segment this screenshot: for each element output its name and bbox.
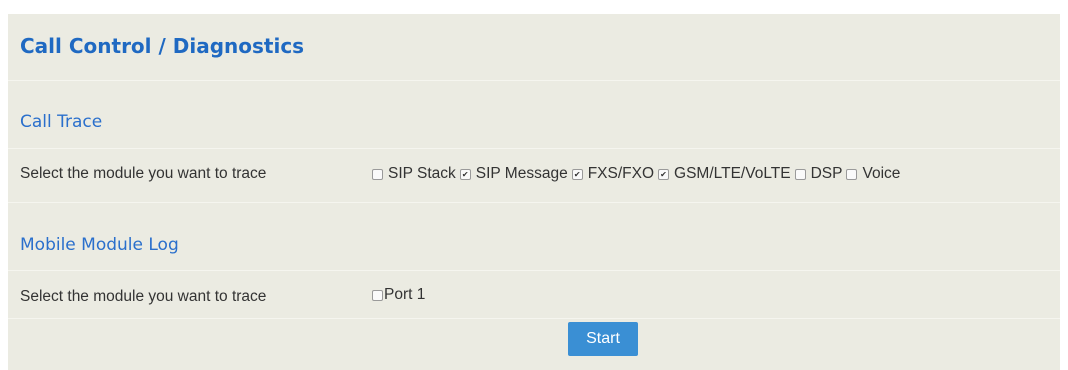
diagnostics-panel: Call Control / Diagnostics Call Trace Se… bbox=[8, 14, 1060, 370]
call-trace-section-title: Call Trace bbox=[20, 112, 103, 132]
sip-message-checkbox[interactable] bbox=[459, 168, 471, 180]
mobile-module-log-section-title: Mobile Module Log bbox=[20, 235, 179, 255]
divider bbox=[8, 202, 1060, 203]
module-option-voice[interactable]: Voice bbox=[846, 165, 904, 183]
gsm-lte-volte-checkbox[interactable] bbox=[658, 168, 670, 180]
divider bbox=[8, 80, 1060, 81]
module-option-dsp[interactable]: DSP bbox=[794, 165, 847, 183]
gsm-lte-volte-label: GSM/LTE/VoLTE bbox=[674, 165, 791, 182]
divider bbox=[8, 148, 1060, 149]
dsp-checkbox[interactable] bbox=[794, 168, 806, 180]
divider bbox=[8, 270, 1060, 271]
sip-message-label: SIP Message bbox=[475, 165, 568, 182]
fxs-fxo-label: FXS/FXO bbox=[587, 165, 655, 182]
module-option-sip-stack[interactable]: SIP Stack bbox=[372, 165, 460, 183]
port-1-checkbox[interactable] bbox=[372, 289, 383, 301]
page-title: Call Control / Diagnostics bbox=[20, 34, 305, 58]
sip-stack-label: SIP Stack bbox=[388, 165, 456, 182]
module-option-fxs-fxo[interactable]: FXS/FXO bbox=[571, 165, 658, 183]
port-1-label: Port 1 bbox=[384, 286, 426, 303]
fxs-fxo-checkbox[interactable] bbox=[571, 168, 583, 180]
mobile-module-log-port-options: Port 1 bbox=[372, 286, 429, 304]
mobile-module-log-row-label: Select the module you want to trace bbox=[20, 288, 267, 305]
divider bbox=[8, 318, 1060, 319]
call-trace-module-options: SIP Stack SIP Message FXS/FXO GSM/LTE/Vo… bbox=[372, 165, 904, 183]
module-option-sip-message[interactable]: SIP Message bbox=[459, 165, 572, 183]
start-button[interactable]: Start bbox=[568, 322, 638, 356]
port-option-port-1[interactable]: Port 1 bbox=[372, 286, 429, 304]
call-trace-row-label: Select the module you want to trace bbox=[20, 165, 267, 182]
module-option-gsm-lte-volte[interactable]: GSM/LTE/VoLTE bbox=[658, 165, 795, 183]
voice-checkbox[interactable] bbox=[846, 168, 858, 180]
voice-label: Voice bbox=[862, 165, 901, 182]
dsp-label: DSP bbox=[810, 165, 843, 182]
sip-stack-checkbox[interactable] bbox=[372, 168, 383, 180]
